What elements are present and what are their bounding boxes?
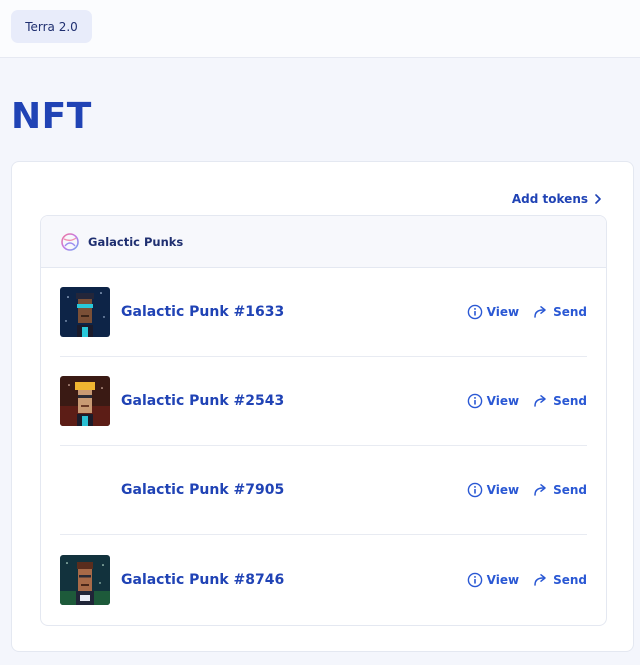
view-button[interactable]: View [467,304,519,320]
send-label: Send [553,394,587,408]
nft-card: Add tokens Galactic Punks Galactic Punk … [11,161,634,652]
view-label: View [486,305,520,319]
collection-header: Galactic Punks [41,216,606,268]
info-icon [467,482,482,498]
send-button[interactable]: Send [533,573,587,587]
view-button[interactable]: View [467,482,519,498]
nft-thumbnail[interactable] [60,554,110,605]
send-arrow-icon [534,395,546,407]
nft-row: Galactic Punk #8746 View Send [60,535,587,624]
nft-actions: View Send [467,393,587,409]
nft-thumbnail[interactable] [60,465,110,515]
send-arrow-icon [534,484,546,496]
view-label: View [486,483,520,497]
send-arrow-icon [534,306,546,318]
send-button[interactable]: Send [533,305,587,319]
send-arrow-icon [534,573,546,586]
send-label: Send [553,483,587,497]
chevron-right-icon [595,194,601,204]
nft-row: Galactic Punk #1633 View Send [60,268,587,357]
collection-panel: Galactic Punks Galactic Punk #1633 View … [40,215,607,626]
nft-name[interactable]: Galactic Punk #7905 [121,482,467,498]
collection-name: Galactic Punks [88,234,184,249]
view-label: View [486,572,520,587]
nft-actions: View Send [467,482,587,498]
nft-name[interactable]: Galactic Punk #1633 [121,304,467,320]
info-icon [467,393,482,409]
add-tokens-label: Add tokens [511,192,588,206]
add-tokens-link[interactable]: Add tokens [512,192,602,206]
nft-actions: View Send [467,572,587,588]
send-button[interactable]: Send [533,394,587,408]
nft-name[interactable]: Galactic Punk #8746 [121,572,467,588]
info-icon [467,572,482,587]
page-title: NFT [11,96,92,137]
send-label: Send [553,305,587,319]
top-bar: Terra 2.0 [0,0,640,58]
nft-name[interactable]: Galactic Punk #2543 [121,393,467,409]
view-button[interactable]: View [467,572,519,588]
nft-row: Galactic Punk #7905 View Send [60,446,587,535]
send-label: Send [553,572,587,587]
galactic-punks-logo-icon [61,232,79,251]
network-label: Terra 2.0 [25,19,78,34]
send-button[interactable]: Send [533,483,587,497]
nft-row: Galactic Punk #2543 View Send [60,357,587,446]
view-label: View [486,394,520,408]
view-button[interactable]: View [467,393,519,409]
nft-actions: View Send [467,304,587,320]
info-icon [467,304,482,320]
nft-thumbnail[interactable] [60,376,110,426]
network-selector-button[interactable]: Terra 2.0 [11,10,92,43]
nft-thumbnail[interactable] [60,287,110,337]
